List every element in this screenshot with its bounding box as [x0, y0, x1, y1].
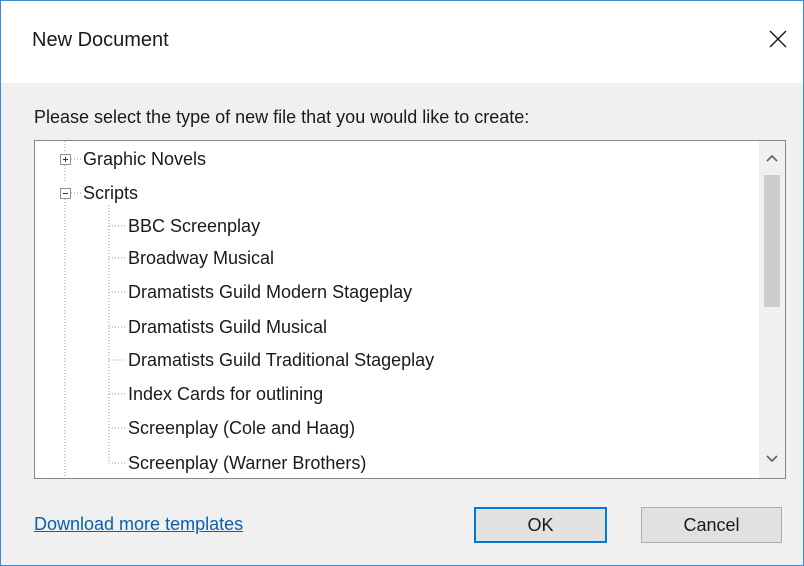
- tree-category-graphic-novels[interactable]: Graphic Novels: [83, 147, 206, 171]
- tree-item-screenplay-cole-haag[interactable]: Screenplay (Cole and Haag): [128, 416, 355, 440]
- cancel-button[interactable]: Cancel: [641, 507, 782, 543]
- scroll-thumb[interactable]: [764, 175, 780, 307]
- tree-category-scripts[interactable]: Scripts: [83, 181, 138, 205]
- tree-item-bbc-screenplay[interactable]: BBC Screenplay: [128, 214, 260, 238]
- tree-item-screenplay-warner-brothers[interactable]: Screenplay (Warner Brothers): [128, 451, 366, 475]
- tree-item-dg-musical[interactable]: Dramatists Guild Musical: [128, 315, 327, 339]
- tree-item-dg-traditional-stageplay[interactable]: Dramatists Guild Traditional Stageplay: [128, 348, 434, 372]
- vertical-scrollbar[interactable]: [759, 141, 785, 478]
- title-bar: New Document: [1, 1, 803, 83]
- scroll-down-button[interactable]: [759, 446, 785, 472]
- chevron-down-icon: [766, 455, 778, 463]
- scroll-up-button[interactable]: [759, 145, 785, 171]
- download-templates-link[interactable]: Download more templates: [34, 514, 243, 535]
- new-document-dialog: New Document Please select the type of n…: [0, 0, 804, 566]
- chevron-up-icon: [766, 154, 778, 162]
- collapse-scripts-toggle[interactable]: [60, 188, 71, 199]
- close-icon: [769, 30, 787, 48]
- close-button[interactable]: [753, 16, 803, 62]
- tree-item-dg-modern-stageplay[interactable]: Dramatists Guild Modern Stageplay: [128, 280, 412, 304]
- expand-graphic-novels-toggle[interactable]: [60, 154, 71, 165]
- template-tree[interactable]: Graphic Novels Scripts BBC Screenplay Br…: [34, 140, 786, 479]
- instruction-text: Please select the type of new file that …: [34, 107, 530, 127]
- ok-button[interactable]: OK: [474, 507, 607, 543]
- tree-item-index-cards[interactable]: Index Cards for outlining: [128, 382, 323, 406]
- tree-item-broadway-musical[interactable]: Broadway Musical: [128, 246, 274, 270]
- dialog-title: New Document: [32, 29, 169, 51]
